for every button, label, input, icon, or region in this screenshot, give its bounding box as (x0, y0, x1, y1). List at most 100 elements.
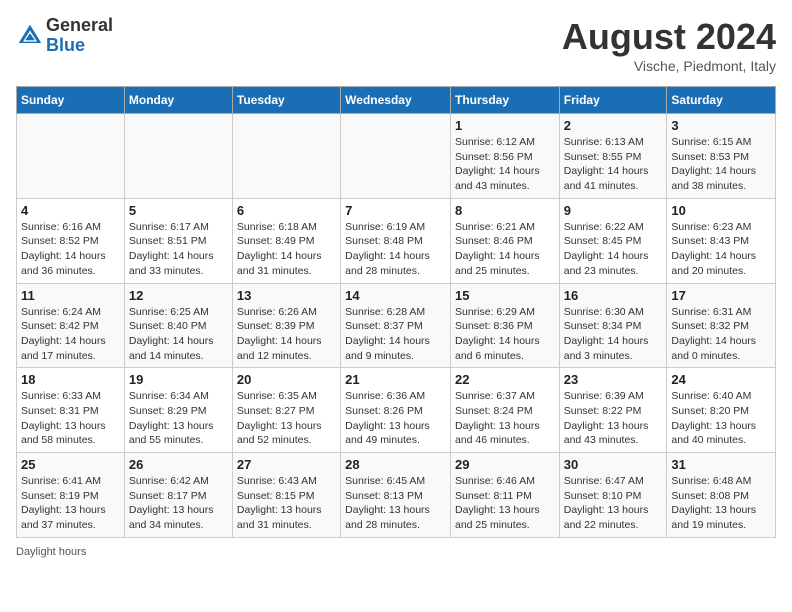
calendar-day-cell: 30Sunrise: 6:47 AM Sunset: 8:10 PM Dayli… (559, 453, 667, 538)
calendar-day-cell: 22 Sunrise: 6:37 AM Sunset: 8:24 PM Dayli… (450, 368, 559, 453)
calendar-day-cell (341, 114, 451, 199)
logo-blue: Blue (46, 36, 113, 56)
calendar-day-cell: 10 Sunrise: 6:23 AM Sunset: 8:43 PM Dayli… (667, 198, 776, 283)
calendar-day-cell: 8 Sunrise: 6:21 AM Sunset: 8:46 PM Daylig… (450, 198, 559, 283)
calendar-day-cell: 26Sunrise: 6:42 AM Sunset: 8:17 PM Dayli… (124, 453, 232, 538)
day-number: 6 (237, 203, 336, 218)
day-info: Sunrise: 6:17 AM Sunset: 8:51 PM Dayligh… (129, 220, 228, 279)
day-info: Sunrise: 6:29 AM Sunset: 8:36 PM Dayligh… (455, 305, 555, 364)
day-info: Sunrise: 6:16 AM Sunset: 8:52 PM Dayligh… (21, 220, 120, 279)
day-info: Sunrise: 6:19 AM Sunset: 8:48 PM Dayligh… (345, 220, 446, 279)
day-number: 23 (564, 372, 663, 387)
day-info: Sunrise: 6:33 AM Sunset: 8:31 PM Dayligh… (21, 389, 120, 448)
day-number: 3 (671, 118, 771, 133)
calendar-day-cell (17, 114, 125, 199)
day-number: 19 (129, 372, 228, 387)
day-number: 22 (455, 372, 555, 387)
page-header: General Blue August 2024 Vische, Piedmon… (16, 16, 776, 74)
day-info: Sunrise: 6:12 AM Sunset: 8:56 PM Dayligh… (455, 135, 555, 194)
header-row: SundayMondayTuesdayWednesdayThursdayFrid… (17, 87, 776, 114)
day-info: Sunrise: 6:28 AM Sunset: 8:37 PM Dayligh… (345, 305, 446, 364)
weekday-header: Sunday (17, 87, 125, 114)
day-info: Sunrise: 6:48 AM Sunset: 8:08 PM Dayligh… (671, 474, 771, 533)
calendar-day-cell: 11Sunrise: 6:24 AM Sunset: 8:42 PM Dayli… (17, 283, 125, 368)
calendar-day-cell: 2 Sunrise: 6:13 AM Sunset: 8:55 PM Daylig… (559, 114, 667, 199)
day-info: Sunrise: 6:46 AM Sunset: 8:11 PM Dayligh… (455, 474, 555, 533)
day-info: Sunrise: 6:26 AM Sunset: 8:39 PM Dayligh… (237, 305, 336, 364)
title-block: August 2024 Vische, Piedmont, Italy (562, 16, 776, 74)
day-info: Sunrise: 6:34 AM Sunset: 8:29 PM Dayligh… (129, 389, 228, 448)
day-info: Sunrise: 6:24 AM Sunset: 8:42 PM Dayligh… (21, 305, 120, 364)
day-info: Sunrise: 6:41 AM Sunset: 8:19 PM Dayligh… (21, 474, 120, 533)
day-number: 9 (564, 203, 663, 218)
day-number: 4 (21, 203, 120, 218)
day-number: 7 (345, 203, 446, 218)
day-info: Sunrise: 6:37 AM Sunset: 8:24 PM Dayligh… (455, 389, 555, 448)
calendar-day-cell: 5 Sunrise: 6:17 AM Sunset: 8:51 PM Daylig… (124, 198, 232, 283)
calendar-day-cell: 1 Sunrise: 6:12 AM Sunset: 8:56 PM Daylig… (450, 114, 559, 199)
day-info: Sunrise: 6:22 AM Sunset: 8:45 PM Dayligh… (564, 220, 663, 279)
calendar-day-cell: 19 Sunrise: 6:34 AM Sunset: 8:29 PM Dayli… (124, 368, 232, 453)
day-number: 1 (455, 118, 555, 133)
day-number: 2 (564, 118, 663, 133)
day-number: 31 (671, 457, 771, 472)
day-number: 29 (455, 457, 555, 472)
day-info: Sunrise: 6:39 AM Sunset: 8:22 PM Dayligh… (564, 389, 663, 448)
calendar-week-row: 4 Sunrise: 6:16 AM Sunset: 8:52 PM Daylig… (17, 198, 776, 283)
calendar-day-cell: 12Sunrise: 6:25 AM Sunset: 8:40 PM Dayli… (124, 283, 232, 368)
day-info: Sunrise: 6:35 AM Sunset: 8:27 PM Dayligh… (237, 389, 336, 448)
day-number: 30 (564, 457, 663, 472)
calendar-day-cell: 13Sunrise: 6:26 AM Sunset: 8:39 PM Dayli… (232, 283, 340, 368)
day-number: 17 (671, 288, 771, 303)
weekday-header: Friday (559, 87, 667, 114)
calendar-day-cell: 31 Sunrise: 6:48 AM Sunset: 8:08 PM Dayli… (667, 453, 776, 538)
calendar-week-row: 11Sunrise: 6:24 AM Sunset: 8:42 PM Dayli… (17, 283, 776, 368)
calendar-day-cell: 7 Sunrise: 6:19 AM Sunset: 8:48 PM Daylig… (341, 198, 451, 283)
day-info: Sunrise: 6:30 AM Sunset: 8:34 PM Dayligh… (564, 305, 663, 364)
day-number: 14 (345, 288, 446, 303)
calendar-day-cell: 28 Sunrise: 6:45 AM Sunset: 8:13 PM Dayli… (341, 453, 451, 538)
calendar-day-cell: 4 Sunrise: 6:16 AM Sunset: 8:52 PM Daylig… (17, 198, 125, 283)
calendar-day-cell: 18Sunrise: 6:33 AM Sunset: 8:31 PM Dayli… (17, 368, 125, 453)
logo-icon (16, 22, 44, 50)
day-info: Sunrise: 6:23 AM Sunset: 8:43 PM Dayligh… (671, 220, 771, 279)
calendar-day-cell: 15 Sunrise: 6:29 AM Sunset: 8:36 PM Dayli… (450, 283, 559, 368)
calendar-week-row: 1 Sunrise: 6:12 AM Sunset: 8:56 PM Daylig… (17, 114, 776, 199)
day-info: Sunrise: 6:45 AM Sunset: 8:13 PM Dayligh… (345, 474, 446, 533)
day-number: 20 (237, 372, 336, 387)
calendar-day-cell: 29 Sunrise: 6:46 AM Sunset: 8:11 PM Dayli… (450, 453, 559, 538)
day-info: Sunrise: 6:42 AM Sunset: 8:17 PM Dayligh… (129, 474, 228, 533)
day-info: Sunrise: 6:40 AM Sunset: 8:20 PM Dayligh… (671, 389, 771, 448)
day-number: 27 (237, 457, 336, 472)
calendar-day-cell: 27Sunrise: 6:43 AM Sunset: 8:15 PM Dayli… (232, 453, 340, 538)
weekday-header: Saturday (667, 87, 776, 114)
calendar-day-cell: 6Sunrise: 6:18 AM Sunset: 8:49 PM Daylig… (232, 198, 340, 283)
calendar-day-cell (124, 114, 232, 199)
day-info: Sunrise: 6:13 AM Sunset: 8:55 PM Dayligh… (564, 135, 663, 194)
day-number: 24 (671, 372, 771, 387)
day-info: Sunrise: 6:31 AM Sunset: 8:32 PM Dayligh… (671, 305, 771, 364)
calendar-day-cell: 17 Sunrise: 6:31 AM Sunset: 8:32 PM Dayli… (667, 283, 776, 368)
calendar-title: August 2024 (562, 16, 776, 58)
logo: General Blue (16, 16, 113, 56)
calendar-day-cell: 3Sunrise: 6:15 AM Sunset: 8:53 PM Daylig… (667, 114, 776, 199)
weekday-header: Wednesday (341, 87, 451, 114)
day-number: 10 (671, 203, 771, 218)
day-number: 21 (345, 372, 446, 387)
calendar-day-cell: 14 Sunrise: 6:28 AM Sunset: 8:37 PM Dayli… (341, 283, 451, 368)
weekday-header: Tuesday (232, 87, 340, 114)
day-number: 15 (455, 288, 555, 303)
day-info: Sunrise: 6:21 AM Sunset: 8:46 PM Dayligh… (455, 220, 555, 279)
calendar-table: SundayMondayTuesdayWednesdayThursdayFrid… (16, 86, 776, 538)
day-number: 8 (455, 203, 555, 218)
calendar-day-cell: 21 Sunrise: 6:36 AM Sunset: 8:26 PM Dayli… (341, 368, 451, 453)
logo-general: General (46, 16, 113, 36)
calendar-day-cell: 24 Sunrise: 6:40 AM Sunset: 8:20 PM Dayli… (667, 368, 776, 453)
calendar-day-cell: 23 Sunrise: 6:39 AM Sunset: 8:22 PM Dayli… (559, 368, 667, 453)
day-info: Sunrise: 6:25 AM Sunset: 8:40 PM Dayligh… (129, 305, 228, 364)
day-number: 16 (564, 288, 663, 303)
day-info: Sunrise: 6:36 AM Sunset: 8:26 PM Dayligh… (345, 389, 446, 448)
day-number: 28 (345, 457, 446, 472)
daylight-label: Daylight hours (16, 546, 86, 558)
day-number: 5 (129, 203, 228, 218)
